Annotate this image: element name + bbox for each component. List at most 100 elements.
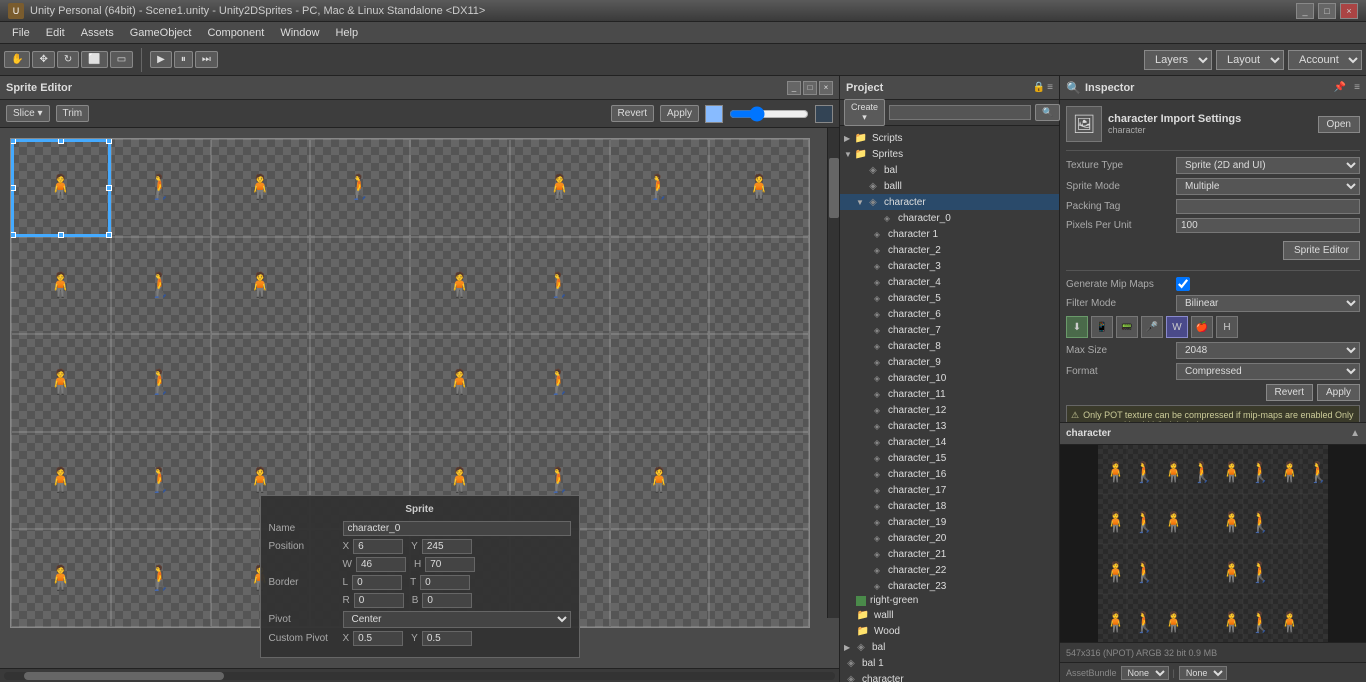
packing-tag-input[interactable] — [1176, 199, 1360, 214]
sprite-cell-3-1[interactable]: 🚶 — [111, 432, 211, 530]
se-minimize-btn[interactable]: _ — [787, 81, 801, 95]
sprite-cell-1-5[interactable]: 🚶 — [510, 237, 610, 335]
platform-win-btn[interactable]: W — [1166, 316, 1188, 338]
hand-tool-btn[interactable]: ✋ — [4, 51, 30, 68]
tree-item-scripts[interactable]: ▶ 📁 Scripts — [840, 130, 1059, 146]
tree-item-walll[interactable]: 📁 walll — [840, 607, 1059, 623]
sprite-cell-2-2[interactable] — [211, 334, 311, 432]
pos-x-input[interactable] — [353, 539, 403, 554]
sprite-cell-0-2[interactable]: 🧍 — [211, 139, 311, 237]
sprite-cell-1-4[interactable]: 🧍 — [410, 237, 510, 335]
format-select[interactable]: Compressed — [1176, 363, 1360, 380]
sprite-cell-4-7[interactable] — [709, 529, 809, 627]
titlebar-controls[interactable]: _ □ × — [1296, 3, 1358, 19]
menu-help[interactable]: Help — [327, 25, 366, 41]
mip-maps-checkbox[interactable] — [1176, 277, 1190, 291]
border-t-input[interactable] — [420, 575, 470, 590]
pos-h-input[interactable] — [425, 557, 475, 572]
se-maximize-btn[interactable]: □ — [803, 81, 817, 95]
platform-mobile-btn[interactable]: 📱 — [1091, 316, 1113, 338]
tree-item-char-2[interactable]: ◈ character_2 — [840, 242, 1059, 258]
filter-mode-select[interactable]: Bilinear — [1176, 295, 1360, 312]
play-btn[interactable]: ▶ — [150, 51, 172, 68]
tree-item-char-18[interactable]: ◈ character_18 — [840, 498, 1059, 514]
revert-btn[interactable]: Revert — [1266, 384, 1313, 401]
rect-tool-btn[interactable]: ▭ — [110, 51, 133, 68]
sprite-cell-3-6[interactable]: 🧍 — [610, 432, 710, 530]
hscroll-thumb[interactable] — [24, 672, 224, 680]
layout-dropdown[interactable]: Layout — [1216, 50, 1284, 70]
tree-item-char-15[interactable]: ◈ character_15 — [840, 450, 1059, 466]
tree-item-character[interactable]: ▼ ◈ character — [840, 194, 1059, 210]
menu-gameobject[interactable]: GameObject — [122, 25, 200, 41]
sprite-cell-0-7[interactable]: 🧍 — [709, 139, 809, 237]
revert-canvas-btn[interactable]: Revert — [611, 105, 654, 122]
tree-item-char-13[interactable]: ◈ character_13 — [840, 418, 1059, 434]
tree-item-sprites[interactable]: ▼ 📁 Sprites — [840, 146, 1059, 162]
preview-collapse-icon[interactable]: ▲ — [1350, 428, 1360, 439]
account-dropdown[interactable]: Account — [1288, 50, 1362, 70]
assetbundle-select[interactable]: None — [1121, 666, 1169, 680]
platform-tablet-btn[interactable]: 📟 — [1116, 316, 1138, 338]
menu-component[interactable]: Component — [199, 25, 272, 41]
zoom-slider[interactable] — [729, 108, 809, 120]
hscroll-track[interactable] — [4, 672, 835, 680]
sprite-cell-2-5[interactable]: 🚶 — [510, 334, 610, 432]
search-submit-btn[interactable]: 🔍 — [1035, 104, 1060, 121]
tree-item-char-3[interactable]: ◈ character_3 — [840, 258, 1059, 274]
tree-item-char-1[interactable]: ◈ character 1 — [840, 226, 1059, 242]
tree-item-char-7[interactable]: ◈ character_7 — [840, 322, 1059, 338]
sprite-cell-0-0[interactable]: 🧍 — [11, 139, 111, 237]
more-icon[interactable]: ≡ — [1047, 82, 1053, 93]
tree-item-char-10[interactable]: ◈ character_10 — [840, 370, 1059, 386]
tree-item-char-16[interactable]: ◈ character_16 — [840, 466, 1059, 482]
tree-item-char-8[interactable]: ◈ character_8 — [840, 338, 1059, 354]
name-input[interactable] — [343, 521, 571, 536]
rotate-tool-btn[interactable]: ↻ — [57, 51, 79, 68]
tree-item-char-21[interactable]: ◈ character_21 — [840, 546, 1059, 562]
tree-item-bal[interactable]: ◈ bal — [840, 162, 1059, 178]
tree-item-char-14[interactable]: ◈ character_14 — [840, 434, 1059, 450]
tree-item-char-23[interactable]: ◈ character_23 — [840, 578, 1059, 594]
sprite-cell-0-3[interactable]: 🚶 — [310, 139, 410, 237]
maximize-btn[interactable]: □ — [1318, 3, 1336, 19]
platform-default-btn[interactable]: ⬇ — [1066, 316, 1088, 338]
sprite-cell-4-0[interactable]: 🧍 — [11, 529, 111, 627]
pivot-select[interactable]: Center Top Left Top Right Bottom Left Bo… — [343, 611, 571, 628]
tree-item-wood[interactable]: 📁 Wood — [840, 623, 1059, 639]
slice-dropdown-btn[interactable]: Slice ▾ — [6, 105, 50, 122]
pos-w-input[interactable] — [356, 557, 406, 572]
pin-btn[interactable]: 📌 — [1334, 82, 1346, 93]
apply-canvas-btn[interactable]: Apply — [660, 105, 699, 122]
sprite-cell-2-7[interactable] — [709, 334, 809, 432]
sprite-cell-0-5[interactable]: 🧍 — [510, 139, 610, 237]
scale-tool-btn[interactable]: ⬜ — [81, 51, 107, 68]
custom-y-input[interactable] — [422, 631, 472, 646]
platform-mic-btn[interactable]: 🎤 — [1141, 316, 1163, 338]
tree-item-char-11[interactable]: ◈ character_11 — [840, 386, 1059, 402]
menu-file[interactable]: File — [4, 25, 38, 41]
sprite-mode-select[interactable]: Multiple — [1176, 178, 1360, 195]
inspector-menu-btn[interactable]: ≡ — [1354, 82, 1360, 93]
sprite-cell-2-1[interactable]: 🚶 — [111, 334, 211, 432]
texture-type-select[interactable]: Sprite (2D and UI) — [1176, 157, 1360, 174]
se-close-btn[interactable]: × — [819, 81, 833, 95]
custom-x-input[interactable] — [353, 631, 403, 646]
tree-item-char-12[interactable]: ◈ character_12 — [840, 402, 1059, 418]
create-btn[interactable]: Create ▾ — [844, 99, 885, 126]
step-btn[interactable]: ⏭ — [195, 51, 218, 68]
sprite-cell-1-1[interactable]: 🚶 — [111, 237, 211, 335]
tree-item-bal1[interactable]: ◈ bal 1 — [840, 655, 1059, 671]
tree-item-char-5[interactable]: ◈ character_5 — [840, 290, 1059, 306]
max-size-select[interactable]: 2048 — [1176, 342, 1360, 359]
assetbundle-variant-select[interactable]: None — [1179, 666, 1227, 680]
move-tool-btn[interactable]: ✥ — [32, 51, 54, 68]
tree-item-char-22[interactable]: ◈ character_22 — [840, 562, 1059, 578]
sprite-cell-0-1[interactable]: 🚶 — [111, 139, 211, 237]
tree-item-char-6[interactable]: ◈ character_6 — [840, 306, 1059, 322]
ppu-input[interactable] — [1176, 218, 1360, 233]
sprite-cell-1-0[interactable]: 🧍 — [11, 237, 111, 335]
tree-item-character-underscore[interactable]: ◈ character_ — [840, 671, 1059, 682]
search-input[interactable] — [889, 105, 1031, 120]
sprite-cell-1-6[interactable] — [610, 237, 710, 335]
